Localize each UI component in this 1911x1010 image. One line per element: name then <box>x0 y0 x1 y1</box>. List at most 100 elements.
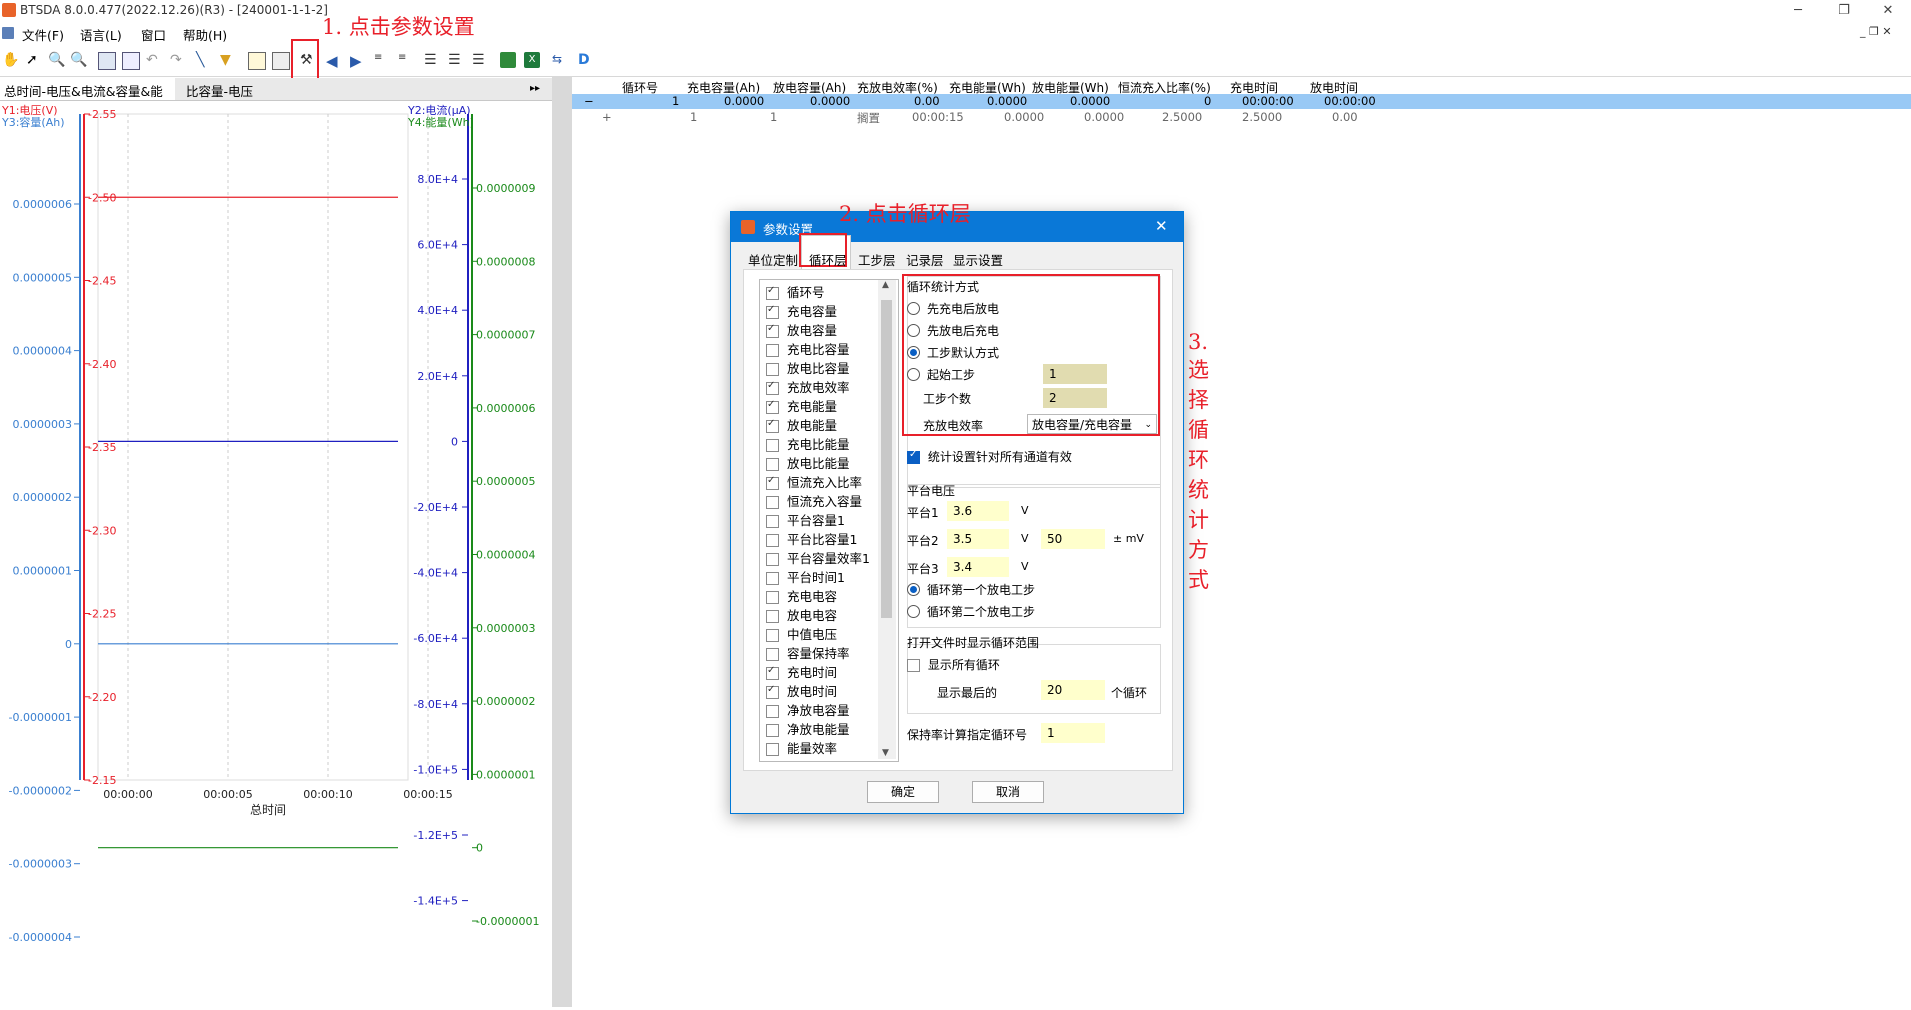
radio-button[interactable] <box>907 324 920 337</box>
minimize-button[interactable]: ─ <box>1775 0 1821 22</box>
show-all-checkbox[interactable]: 显示所有循环 <box>907 656 1000 673</box>
row-toggle[interactable]: + <box>602 110 612 124</box>
column-list-item[interactable]: 平台比容量1 <box>766 529 857 548</box>
zoom-in-icon[interactable]: 🔍 <box>48 52 65 68</box>
undo-icon[interactable]: ↶ <box>146 52 162 68</box>
stat-option-radio[interactable]: 工步默认方式 <box>907 344 1027 360</box>
checkbox[interactable] <box>766 724 779 737</box>
checkbox[interactable]: ✓ <box>907 449 920 464</box>
column-list-item[interactable]: 充电比能量 <box>766 434 850 453</box>
column-list-item[interactable]: 平台容量效率1 <box>766 548 870 567</box>
list-icon[interactable]: ☰ <box>424 52 440 68</box>
column-list-item[interactable]: 循环号 <box>766 282 825 301</box>
save-icon[interactable] <box>272 52 290 70</box>
mdi-controls[interactable]: _ ❐ ✕ <box>1860 25 1892 38</box>
cycle-range-icon[interactable]: ≡ <box>398 52 414 68</box>
show-last-field[interactable]: 20 <box>1041 680 1105 700</box>
cycle-icon[interactable]: ≡ <box>374 52 390 68</box>
column-list-item[interactable]: 容量保持率 <box>766 643 850 662</box>
list-scrollbar[interactable]: ▲ ▼ <box>878 280 896 759</box>
zoom-out-icon[interactable]: 🔍 <box>70 52 87 68</box>
column-list-item[interactable]: 恒流充入容量 <box>766 491 862 510</box>
efficiency-select[interactable]: 放电容量/充电容量 ⌄ <box>1027 414 1157 434</box>
column-list-item[interactable]: 充电容量 <box>766 301 837 320</box>
stat-option-radio[interactable]: 起始工步 <box>907 366 1027 382</box>
ok-button[interactable]: 确定 <box>867 781 939 803</box>
checkbox[interactable] <box>766 629 779 642</box>
merge-icon[interactable]: ⇆ <box>552 52 568 68</box>
checkbox[interactable] <box>766 475 779 490</box>
row-toggle[interactable]: − <box>584 94 594 108</box>
chart-icon[interactable] <box>98 52 116 70</box>
tab-unit[interactable]: 单位定制 <box>748 250 798 269</box>
checkbox[interactable] <box>766 591 779 604</box>
table-row[interactable]: + 1 1 搁置 00:00:15 0.0000 0.0000 2.5000 2… <box>572 110 1911 125</box>
checkbox[interactable] <box>766 323 779 338</box>
column-list-item[interactable]: 充电时间 <box>766 662 837 681</box>
column-list-item[interactable]: 放电比容量 <box>766 358 850 377</box>
checkbox[interactable] <box>766 344 779 357</box>
column-list-item[interactable]: 放电能量 <box>766 415 837 434</box>
export-image-icon[interactable] <box>500 52 516 68</box>
filter-icon[interactable]: ▼ <box>220 52 236 68</box>
tab-step[interactable]: 工步层 <box>858 250 896 269</box>
column-list-item[interactable]: 放电比能量 <box>766 453 850 472</box>
column-list-item[interactable]: 中值电压 <box>766 624 837 643</box>
checkbox[interactable] <box>766 439 779 452</box>
column-list-item[interactable]: 平台时间1 <box>766 567 845 586</box>
stat-option-radio[interactable]: 先充电后放电 <box>907 300 1027 316</box>
radio-first-discharge[interactable]: 循环第一个放电工步 <box>907 581 1107 597</box>
checkbox[interactable] <box>766 458 779 471</box>
checkbox[interactable] <box>766 572 779 585</box>
menu-file[interactable]: 文件(F) <box>22 25 64 44</box>
column-list-item[interactable]: 净放电容量 <box>766 700 850 719</box>
checkbox[interactable] <box>766 553 779 566</box>
checkbox[interactable] <box>766 684 779 699</box>
radio-button[interactable] <box>907 583 920 596</box>
checkbox[interactable] <box>766 665 779 680</box>
retention-field[interactable]: 1 <box>1041 723 1105 743</box>
arrow-right-icon[interactable]: ▶ <box>350 52 366 70</box>
hand-icon[interactable]: ✋ <box>2 52 19 68</box>
line-tool-icon[interactable]: ╲ <box>196 52 212 68</box>
step-count-field[interactable]: 2 <box>1043 388 1107 408</box>
menu-help[interactable]: 帮助(H) <box>183 25 227 44</box>
checkbox[interactable] <box>766 515 779 528</box>
column-list-item[interactable]: 充电能量 <box>766 396 837 415</box>
copy-chart-icon[interactable] <box>122 52 140 70</box>
table-row[interactable]: − 1 0.0000 0.0000 0.00 0.0000 0.0000 0 0… <box>572 94 1911 109</box>
list-record-icon[interactable]: ☰ <box>472 52 488 68</box>
platform2-tolerance-field[interactable]: 50 <box>1041 529 1105 549</box>
checkbox[interactable] <box>766 534 779 547</box>
checkbox[interactable] <box>766 610 779 623</box>
column-list-item[interactable]: 净放电能量 <box>766 719 850 738</box>
column-list-item[interactable]: 恒流充入比率 <box>766 472 862 491</box>
column-list-item[interactable]: 充电比容量 <box>766 339 850 358</box>
platform3-field[interactable]: 3.4 <box>947 557 1009 577</box>
close-button[interactable]: ✕ <box>1865 0 1911 22</box>
platform2-field[interactable]: 3.5 <box>947 529 1009 549</box>
tab-capacity-voltage[interactable]: 比容量-电压 <box>186 81 253 100</box>
splitter[interactable] <box>552 76 572 1007</box>
stat-option-radio[interactable]: 先放电后充电 <box>907 322 1027 338</box>
apply-all-checkbox[interactable]: ✓ 统计设置针对所有通道有效 <box>907 448 1072 465</box>
d-icon[interactable]: D <box>578 52 594 68</box>
column-list-item[interactable]: 放电时间 <box>766 681 837 700</box>
tab-record[interactable]: 记录层 <box>906 250 944 269</box>
radio-button[interactable] <box>907 346 920 359</box>
column-list-item[interactable]: 平台容量1 <box>766 510 845 529</box>
checkbox[interactable] <box>766 705 779 718</box>
checkbox[interactable] <box>766 304 779 319</box>
pointer-icon[interactable]: ➚ <box>26 52 42 68</box>
tab-cycle[interactable]: 循环层 <box>809 250 847 269</box>
checkbox[interactable] <box>766 743 779 756</box>
excel-icon[interactable]: X <box>524 52 540 68</box>
arrow-left-icon[interactable]: ◀ <box>326 52 342 70</box>
menu-language[interactable]: 语言(L) <box>80 25 122 44</box>
column-list-item[interactable]: 能量效率 <box>766 738 837 757</box>
cancel-button[interactable]: 取消 <box>972 781 1044 803</box>
column-list-item[interactable]: 放电电容 <box>766 605 837 624</box>
tab-display[interactable]: 显示设置 <box>953 250 1003 269</box>
start-step-field[interactable]: 1 <box>1043 364 1107 384</box>
menu-window[interactable]: 窗口 <box>141 25 166 44</box>
